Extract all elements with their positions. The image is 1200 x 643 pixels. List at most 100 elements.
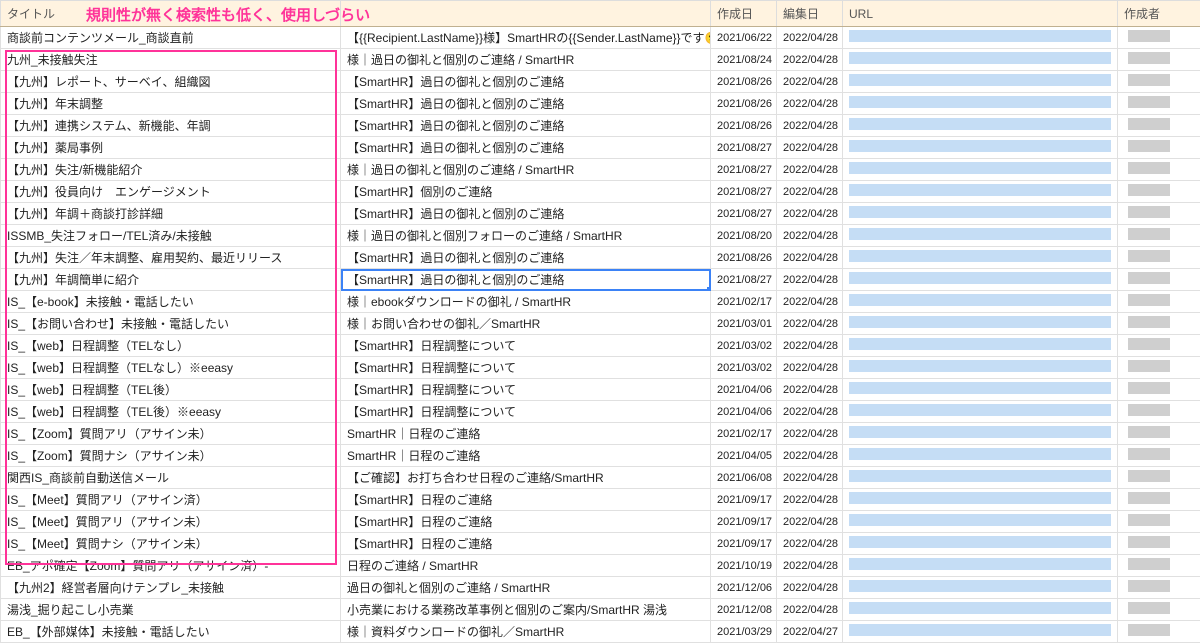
cell-subject[interactable]: 様｜資料ダウンロードの御礼／SmartHR bbox=[341, 621, 711, 643]
header-edited[interactable]: 編集日 bbox=[777, 1, 843, 27]
header-url[interactable]: URL bbox=[843, 1, 1118, 27]
cell-created[interactable]: 2021/04/05 bbox=[711, 445, 777, 467]
cell-created[interactable]: 2021/08/26 bbox=[711, 71, 777, 93]
title-link[interactable]: 【九州2】経営者層向けテンプレ_未接触 bbox=[7, 581, 224, 595]
table-row[interactable]: IS_【お問い合わせ】未接触・電話したい様｜お問い合わせの御礼／SmartHR2… bbox=[1, 313, 1200, 335]
table-row[interactable]: IS_【Zoom】質問アリ（アサイン未）SmartHR｜日程のご連絡2021/0… bbox=[1, 423, 1200, 445]
cell-author[interactable] bbox=[1118, 357, 1200, 379]
cell-edited[interactable]: 2022/04/28 bbox=[777, 203, 843, 225]
title-link[interactable]: IS_【web】日程調整（TELなし） bbox=[7, 339, 189, 353]
cell-created[interactable]: 2021/08/27 bbox=[711, 137, 777, 159]
cell-created[interactable]: 2021/08/26 bbox=[711, 93, 777, 115]
cell-title[interactable]: 湯浅_掘り起こし小売業 bbox=[1, 599, 341, 621]
title-link[interactable]: 九州_未接触失注 bbox=[7, 53, 98, 67]
cell-subject[interactable]: 【SmartHR】過日の御礼と個別のご連絡 bbox=[341, 203, 711, 225]
cell-url[interactable] bbox=[843, 203, 1118, 225]
cell-subject[interactable]: 【SmartHR】日程調整について bbox=[341, 379, 711, 401]
cell-subject[interactable]: 【SmartHR】日程のご連絡 bbox=[341, 533, 711, 555]
cell-title[interactable]: IS_【Zoom】質問アリ（アサイン未） bbox=[1, 423, 341, 445]
title-link[interactable]: 【九州】役員向け エンゲージメント bbox=[7, 185, 211, 199]
cell-subject[interactable]: 様｜お問い合わせの御礼／SmartHR bbox=[341, 313, 711, 335]
title-link[interactable]: 【九州】連携システム、新機能、年調 bbox=[7, 119, 211, 133]
cell-author[interactable] bbox=[1118, 401, 1200, 423]
cell-title[interactable]: 【九州】役員向け エンゲージメント bbox=[1, 181, 341, 203]
cell-subject[interactable]: 【SmartHR】日程のご連絡 bbox=[341, 511, 711, 533]
cell-subject[interactable]: 【ご確認】お打ち合わせ日程のご連絡/SmartHR bbox=[341, 467, 711, 489]
title-link[interactable]: 【九州】年調＋商談打診詳細 bbox=[7, 207, 163, 221]
cell-author[interactable] bbox=[1118, 71, 1200, 93]
title-link[interactable]: 【九州】失注/新機能紹介 bbox=[7, 163, 142, 177]
cell-edited[interactable]: 2022/04/28 bbox=[777, 379, 843, 401]
cell-author[interactable] bbox=[1118, 555, 1200, 577]
cell-title[interactable]: 【九州】年調＋商談打診詳細 bbox=[1, 203, 341, 225]
title-link[interactable]: 【九州】年調簡単に紹介 bbox=[7, 273, 139, 287]
cell-edited[interactable]: 2022/04/28 bbox=[777, 555, 843, 577]
cell-created[interactable]: 2021/06/22 bbox=[711, 27, 777, 49]
cell-edited[interactable]: 2022/04/28 bbox=[777, 313, 843, 335]
cell-title[interactable]: IS_【web】日程調整（TEL後） bbox=[1, 379, 341, 401]
cell-url[interactable] bbox=[843, 335, 1118, 357]
cell-author[interactable] bbox=[1118, 621, 1200, 643]
table-row[interactable]: EB_【外部媒体】未接触・電話したい様｜資料ダウンロードの御礼／SmartHR2… bbox=[1, 621, 1200, 643]
cell-title[interactable]: 関西IS_商談前自動送信メール bbox=[1, 467, 341, 489]
cell-edited[interactable]: 2022/04/28 bbox=[777, 225, 843, 247]
cell-title[interactable]: 【九州2】経営者層向けテンプレ_未接触 bbox=[1, 577, 341, 599]
cell-edited[interactable]: 2022/04/28 bbox=[777, 511, 843, 533]
title-link[interactable]: ISSMB_失注フォロー/TEL済み/未接触 bbox=[7, 229, 212, 243]
cell-author[interactable] bbox=[1118, 599, 1200, 621]
cell-edited[interactable]: 2022/04/28 bbox=[777, 71, 843, 93]
cell-edited[interactable]: 2022/04/28 bbox=[777, 291, 843, 313]
cell-title[interactable]: IS_【Zoom】質問ナシ（アサイン未） bbox=[1, 445, 341, 467]
cell-edited[interactable]: 2022/04/28 bbox=[777, 247, 843, 269]
cell-created[interactable]: 2021/04/06 bbox=[711, 401, 777, 423]
title-link[interactable]: IS_【web】日程調整（TEL後） bbox=[7, 383, 177, 397]
table-row[interactable]: 【九州】レポート、サーベイ、組織図【SmartHR】過日の御礼と個別のご連絡20… bbox=[1, 71, 1200, 93]
table-row[interactable]: IS_【web】日程調整（TEL後）【SmartHR】日程調整について2021/… bbox=[1, 379, 1200, 401]
cell-created[interactable]: 2021/03/01 bbox=[711, 313, 777, 335]
cell-edited[interactable]: 2022/04/28 bbox=[777, 93, 843, 115]
cell-created[interactable]: 2021/02/17 bbox=[711, 291, 777, 313]
cell-url[interactable] bbox=[843, 137, 1118, 159]
table-row[interactable]: 【九州2】経営者層向けテンプレ_未接触過日の御礼と個別のご連絡 / SmartH… bbox=[1, 577, 1200, 599]
cell-author[interactable] bbox=[1118, 533, 1200, 555]
cell-url[interactable] bbox=[843, 159, 1118, 181]
table-row[interactable]: IS_【Meet】質問アリ（アサイン未） 【SmartHR】日程のご連絡2021/… bbox=[1, 511, 1200, 533]
title-link[interactable]: IS_【web】日程調整（TELなし）※eeasy bbox=[7, 361, 233, 375]
cell-created[interactable]: 2021/09/17 bbox=[711, 511, 777, 533]
cell-edited[interactable]: 2022/04/28 bbox=[777, 423, 843, 445]
cell-author[interactable] bbox=[1118, 577, 1200, 599]
cell-url[interactable] bbox=[843, 445, 1118, 467]
cell-title[interactable]: 【九州】失注/新機能紹介 bbox=[1, 159, 341, 181]
cell-title[interactable]: IS_【web】日程調整（TELなし） bbox=[1, 335, 341, 357]
cell-title[interactable]: IS_【Meet】質問アリ（アサイン未） bbox=[1, 511, 341, 533]
cell-title[interactable]: 【九州】連携システム、新機能、年調 bbox=[1, 115, 341, 137]
cell-created[interactable]: 2021/08/27 bbox=[711, 269, 777, 291]
cell-author[interactable] bbox=[1118, 93, 1200, 115]
cell-edited[interactable]: 2022/04/28 bbox=[777, 159, 843, 181]
cell-subject[interactable]: 【{{Recipient.LastName}}様】SmartHRの{{Sende… bbox=[341, 27, 711, 49]
cell-url[interactable] bbox=[843, 577, 1118, 599]
cell-title[interactable]: EB_アポ確定【Zoom】質問アリ（アサイン済）‐ bbox=[1, 555, 341, 577]
cell-author[interactable] bbox=[1118, 115, 1200, 137]
table-row[interactable]: IS_【web】日程調整（TELなし）【SmartHR】日程調整について2021… bbox=[1, 335, 1200, 357]
cell-url[interactable] bbox=[843, 621, 1118, 643]
table-row[interactable]: 【九州】失注/新機能紹介様｜過日の御礼と個別のご連絡 / SmartHR2021… bbox=[1, 159, 1200, 181]
table-row[interactable]: 商談前コンテンツメール_商談直前【{{Recipient.LastName}}様… bbox=[1, 27, 1200, 49]
cell-subject[interactable]: 様｜過日の御礼と個別のご連絡 / SmartHR bbox=[341, 49, 711, 71]
title-link[interactable]: IS_【e-book】未接触・電話したい bbox=[7, 295, 194, 309]
table-row[interactable]: IS_【e-book】未接触・電話したい様｜ebookダウンロードの御礼 / S… bbox=[1, 291, 1200, 313]
table-row[interactable]: 湯浅_掘り起こし小売業小売業における業務改革事例と個別のご案内/SmartHR … bbox=[1, 599, 1200, 621]
cell-title[interactable]: 【九州】レポート、サーベイ、組織図 bbox=[1, 71, 341, 93]
cell-title[interactable]: 【九州】薬局事例 bbox=[1, 137, 341, 159]
cell-created[interactable]: 2021/09/17 bbox=[711, 489, 777, 511]
cell-author[interactable] bbox=[1118, 203, 1200, 225]
cell-author[interactable] bbox=[1118, 511, 1200, 533]
cell-url[interactable] bbox=[843, 555, 1118, 577]
title-link[interactable]: IS_【web】日程調整（TEL後）※eeasy bbox=[7, 405, 221, 419]
cell-created[interactable]: 2021/08/20 bbox=[711, 225, 777, 247]
cell-url[interactable] bbox=[843, 115, 1118, 137]
cell-subject[interactable]: 【SmartHR】過日の御礼と個別のご連絡 bbox=[341, 71, 711, 93]
title-link[interactable]: IS_【Meet】質問アリ（アサイン未） bbox=[7, 515, 208, 529]
cell-edited[interactable]: 2022/04/27 bbox=[777, 621, 843, 643]
cell-url[interactable] bbox=[843, 357, 1118, 379]
